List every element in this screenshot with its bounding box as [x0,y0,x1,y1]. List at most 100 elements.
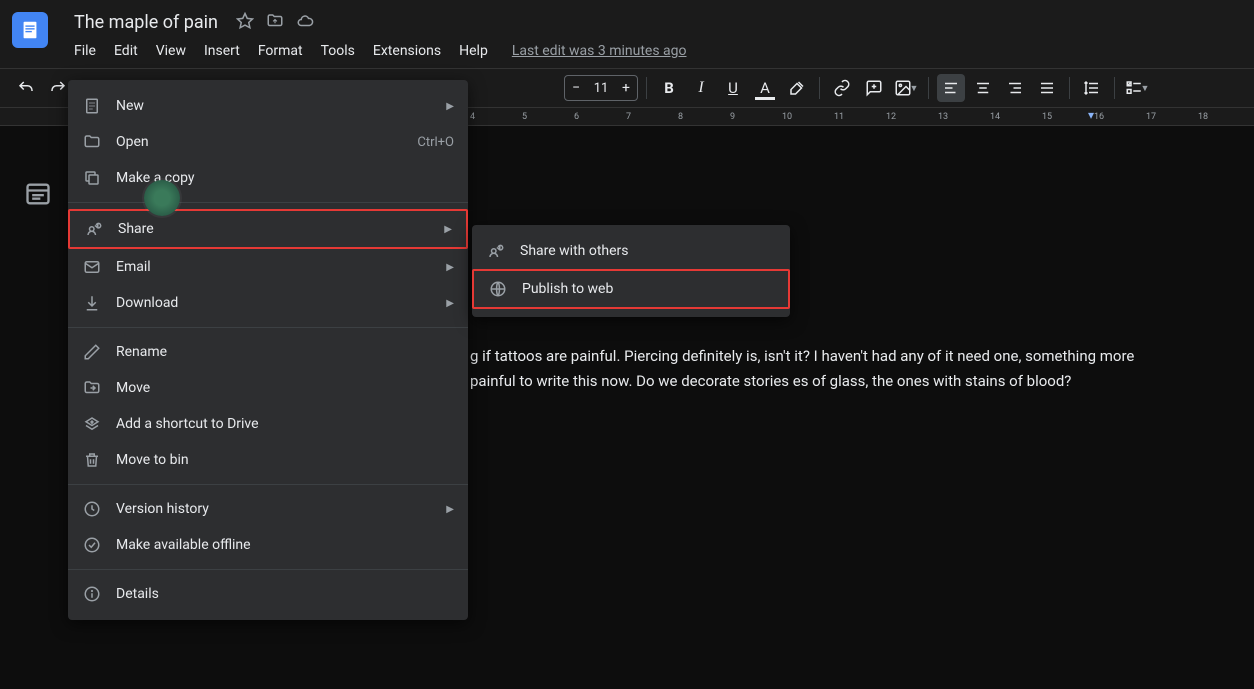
undo-button[interactable] [12,74,40,102]
text-color-button[interactable]: A [751,74,779,102]
menu-item-label: Rename [116,344,454,360]
user-avatar[interactable] [144,180,180,216]
menu-item-new[interactable]: New▶ [68,88,468,124]
bold-button[interactable]: B [655,74,683,102]
menu-item-email[interactable]: Email▶ [68,249,468,285]
app-header: The maple of pain File Edit View Insert … [0,0,1254,68]
menu-item-rename[interactable]: Rename [68,334,468,370]
menu-item-label: Move to bin [116,452,454,468]
ruler-tick-label: 12 [886,112,896,122]
chevron-down-icon: ▼ [1141,83,1150,94]
title-icons [236,12,314,34]
align-left-button[interactable] [937,74,965,102]
menu-item-label: Make available offline [116,537,454,553]
insert-image-button[interactable]: ▼ [892,74,920,102]
body-text: g if tattoos are painful. Piercing defin… [470,347,1134,390]
menu-extensions[interactable]: Extensions [365,39,449,63]
font-size-increase[interactable]: + [615,80,637,96]
submenu-item-publish-to-web[interactable]: Publish to web [472,269,790,309]
font-size-value[interactable]: 11 [587,81,615,96]
menu-format[interactable]: Format [250,39,311,63]
menu-item-label: New [116,98,432,114]
highlight-button[interactable] [783,74,811,102]
submenu-item-share-with-others[interactable]: Share with others [472,233,790,269]
checklist-button[interactable]: ▼ [1123,74,1151,102]
menu-insert[interactable]: Insert [196,39,248,63]
ruler-tick-label: 15 [1042,112,1052,122]
menu-item-move[interactable]: Move [68,370,468,406]
ruler-tick-label: 10 [782,112,792,122]
menu-item-open[interactable]: OpenCtrl+O [68,124,468,160]
separator [1114,77,1115,99]
ruler-tick-label: 4 [470,112,475,122]
menu-divider [68,202,468,203]
cloud-status-icon[interactable] [296,12,314,34]
separator [819,77,820,99]
document-text[interactable]: g if tattoos are painful. Piercing defin… [470,344,1150,394]
document-title[interactable]: The maple of pain [66,8,226,37]
ruler-tick-label: 16 [1094,112,1104,122]
ruler-tick-label: 18 [1198,112,1208,122]
folder-icon [82,132,102,152]
ruler-tick-label: 11 [834,112,844,122]
ruler-tick-label: 7 [626,112,631,122]
last-edit-link[interactable]: Last edit was 3 minutes ago [512,43,687,59]
history-icon [82,499,102,519]
menu-tools[interactable]: Tools [313,39,363,63]
menu-item-share[interactable]: Share▶ [68,209,468,249]
chevron-right-icon: ▶ [446,262,454,273]
share-icon [84,219,104,239]
submenu-item-label: Publish to web [522,281,774,297]
info-icon [82,584,102,604]
menu-item-move-to-bin[interactable]: Move to bin [68,442,468,478]
menu-help[interactable]: Help [451,39,496,63]
menu-item-label: Move [116,380,454,396]
menu-file[interactable]: File [66,39,104,63]
italic-button[interactable]: I [687,74,715,102]
share-submenu: Share with others Publish to web [472,225,790,317]
docs-logo[interactable] [12,12,48,48]
copy-icon [82,168,102,188]
ruler-tick-label: 14 [990,112,1000,122]
menu-edit[interactable]: Edit [106,39,146,63]
chevron-right-icon: ▶ [446,504,454,515]
menu-item-label: Details [116,586,454,602]
insert-link-button[interactable] [828,74,856,102]
menu-item-label: Version history [116,501,432,517]
globe-icon [488,279,508,299]
move-folder-icon[interactable] [266,12,284,34]
align-justify-button[interactable] [1033,74,1061,102]
file-menu-dropdown: New▶OpenCtrl+OMake a copyShare▶Email▶Dow… [68,80,468,620]
underline-button[interactable]: U [719,74,747,102]
menu-item-details[interactable]: Details [68,576,468,612]
align-center-button[interactable] [969,74,997,102]
menubar: File Edit View Insert Format Tools Exten… [66,39,1242,63]
menu-item-download[interactable]: Download ▶ [68,285,468,321]
menu-divider [68,484,468,485]
email-icon [82,257,102,277]
ruler-tick-label: 8 [678,112,683,122]
indent-marker-icon[interactable]: ▾ [1088,108,1094,122]
share-icon [486,241,506,261]
menu-item-add-a-shortcut-to-drive[interactable]: Add a shortcut to Drive [68,406,468,442]
shortcut-icon [82,414,102,434]
align-right-button[interactable] [1001,74,1029,102]
menu-item-label: Download [116,295,432,311]
menu-item-make-a-copy[interactable]: Make a copy [68,160,468,196]
trash-icon [82,450,102,470]
menu-shortcut: Ctrl+O [417,135,454,150]
star-icon[interactable] [236,12,254,34]
menu-item-label: Add a shortcut to Drive [116,416,454,432]
chevron-right-icon: ▶ [444,224,452,235]
ruler-tick-label: 13 [938,112,948,122]
menu-item-version-history[interactable]: Version history ▶ [68,491,468,527]
title-area: The maple of pain File Edit View Insert … [66,8,1242,63]
ruler-tick-label: 5 [522,112,527,122]
font-size-decrease[interactable]: − [565,80,587,96]
outline-toggle-icon[interactable] [24,180,52,208]
menu-view[interactable]: View [148,39,194,63]
add-comment-button[interactable] [860,74,888,102]
menu-item-make-available-offline[interactable]: Make available offline [68,527,468,563]
chevron-right-icon: ▶ [446,298,454,309]
line-spacing-button[interactable] [1078,74,1106,102]
